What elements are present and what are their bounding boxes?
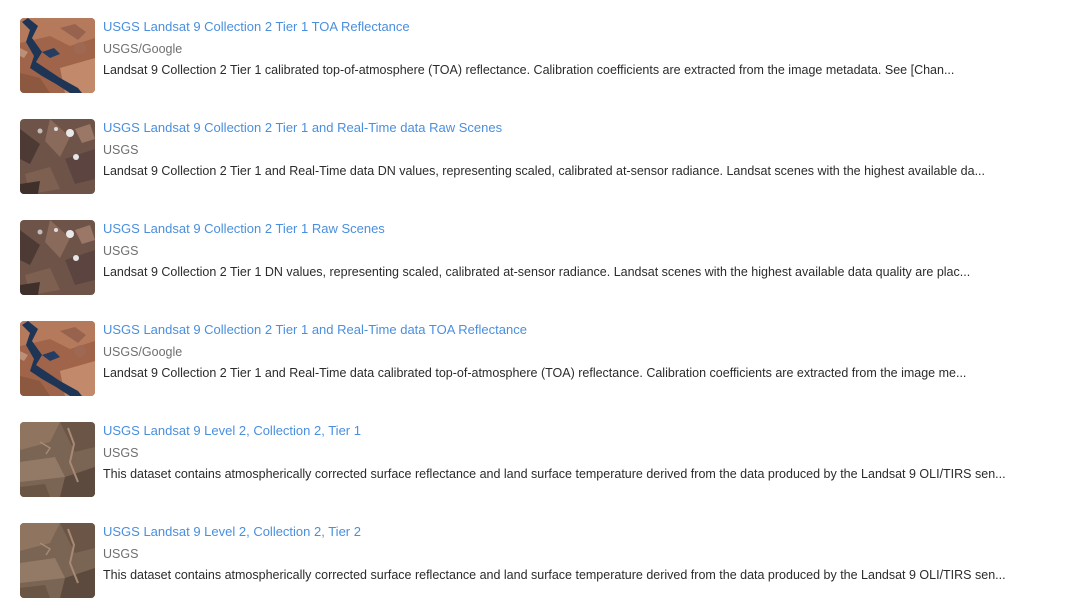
dataset-result-item[interactable]: USGS Landsat 9 Collection 2 Tier 1 TOA R… (20, 18, 1060, 94)
dataset-thumbnail[interactable] (20, 422, 95, 497)
dataset-provider: USGS/Google (103, 345, 183, 359)
dataset-description: This dataset contains atmospherically co… (103, 467, 1006, 481)
dataset-thumbnail[interactable] (20, 321, 95, 396)
dataset-thumbnail[interactable] (20, 119, 95, 194)
dataset-title-link[interactable]: USGS Landsat 9 Level 2, Collection 2, Ti… (103, 423, 361, 439)
dataset-provider: USGS/Google (103, 42, 183, 56)
dataset-description: This dataset contains atmospherically co… (103, 568, 1006, 582)
dataset-title-link[interactable]: USGS Landsat 9 Collection 2 Tier 1 Raw S… (103, 221, 385, 237)
dataset-description: Landsat 9 Collection 2 Tier 1 DN values,… (103, 265, 971, 279)
dataset-thumbnail[interactable] (20, 220, 95, 295)
dataset-provider: USGS (103, 547, 139, 561)
dataset-title-link[interactable]: USGS Landsat 9 Collection 2 Tier 1 and R… (103, 120, 502, 136)
dataset-provider: USGS (103, 446, 139, 460)
dataset-title-link[interactable]: USGS Landsat 9 Collection 2 Tier 1 TOA R… (103, 19, 410, 35)
dataset-provider: USGS (103, 143, 139, 157)
dataset-thumbnail[interactable] (20, 18, 95, 93)
dataset-description: Landsat 9 Collection 2 Tier 1 calibrated… (103, 63, 955, 77)
dataset-title-link[interactable]: USGS Landsat 9 Level 2, Collection 2, Ti… (103, 524, 361, 540)
dataset-results-list: USGS Landsat 9 Collection 2 Tier 1 TOA R… (0, 0, 1069, 613)
dataset-description: Landsat 9 Collection 2 Tier 1 and Real-T… (103, 366, 967, 380)
dataset-result-item[interactable]: USGS Landsat 9 Collection 2 Tier 1 and R… (20, 119, 1060, 195)
dataset-result-item[interactable]: USGS Landsat 9 Level 2, Collection 2, Ti… (20, 422, 1060, 498)
dataset-result-item[interactable]: USGS Landsat 9 Level 2, Collection 2, Ti… (20, 523, 1060, 599)
dataset-result-item[interactable]: USGS Landsat 9 Collection 2 Tier 1 and R… (20, 321, 1060, 397)
dataset-provider: USGS (103, 244, 139, 258)
dataset-thumbnail[interactable] (20, 523, 95, 598)
dataset-result-item[interactable]: USGS Landsat 9 Collection 2 Tier 1 Raw S… (20, 220, 1060, 296)
dataset-title-link[interactable]: USGS Landsat 9 Collection 2 Tier 1 and R… (103, 322, 527, 338)
dataset-description: Landsat 9 Collection 2 Tier 1 and Real-T… (103, 164, 985, 178)
